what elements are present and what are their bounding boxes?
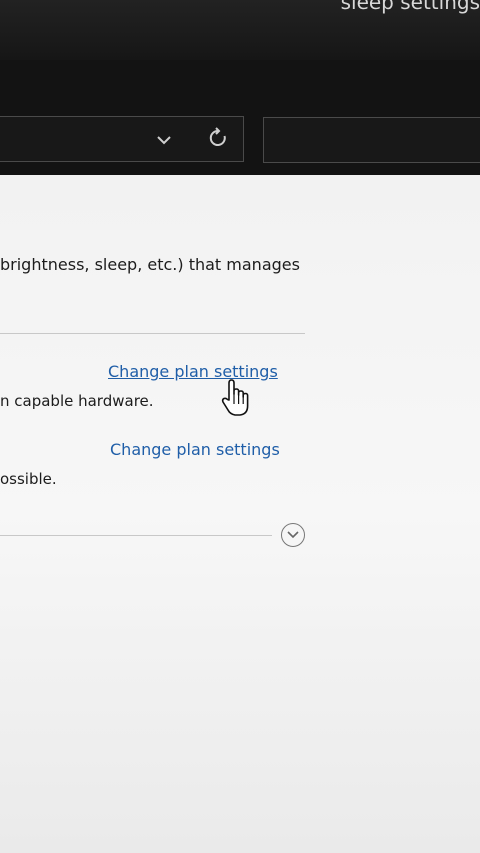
chevron-down-icon[interactable]: [149, 127, 179, 153]
change-plan-settings-link-2[interactable]: Change plan settings: [110, 440, 280, 459]
search-input[interactable]: [263, 117, 480, 163]
refresh-icon[interactable]: [203, 127, 233, 153]
window-titlebar: sleep settings: [0, 0, 480, 60]
address-bar[interactable]: [0, 116, 244, 162]
main-content: [0, 175, 480, 853]
divider: [0, 535, 272, 536]
plan-description-1: n capable hardware.: [0, 392, 154, 410]
divider: [0, 333, 305, 334]
expand-chevron-icon[interactable]: [281, 523, 305, 547]
plan-description-2: ossible.: [0, 470, 57, 488]
hand-pointer-icon: [220, 378, 252, 418]
window-title: sleep settings: [340, 0, 480, 14]
page-description: brightness, sleep, etc.) that manages: [0, 255, 300, 274]
change-plan-settings-link-1[interactable]: Change plan settings: [108, 362, 278, 381]
